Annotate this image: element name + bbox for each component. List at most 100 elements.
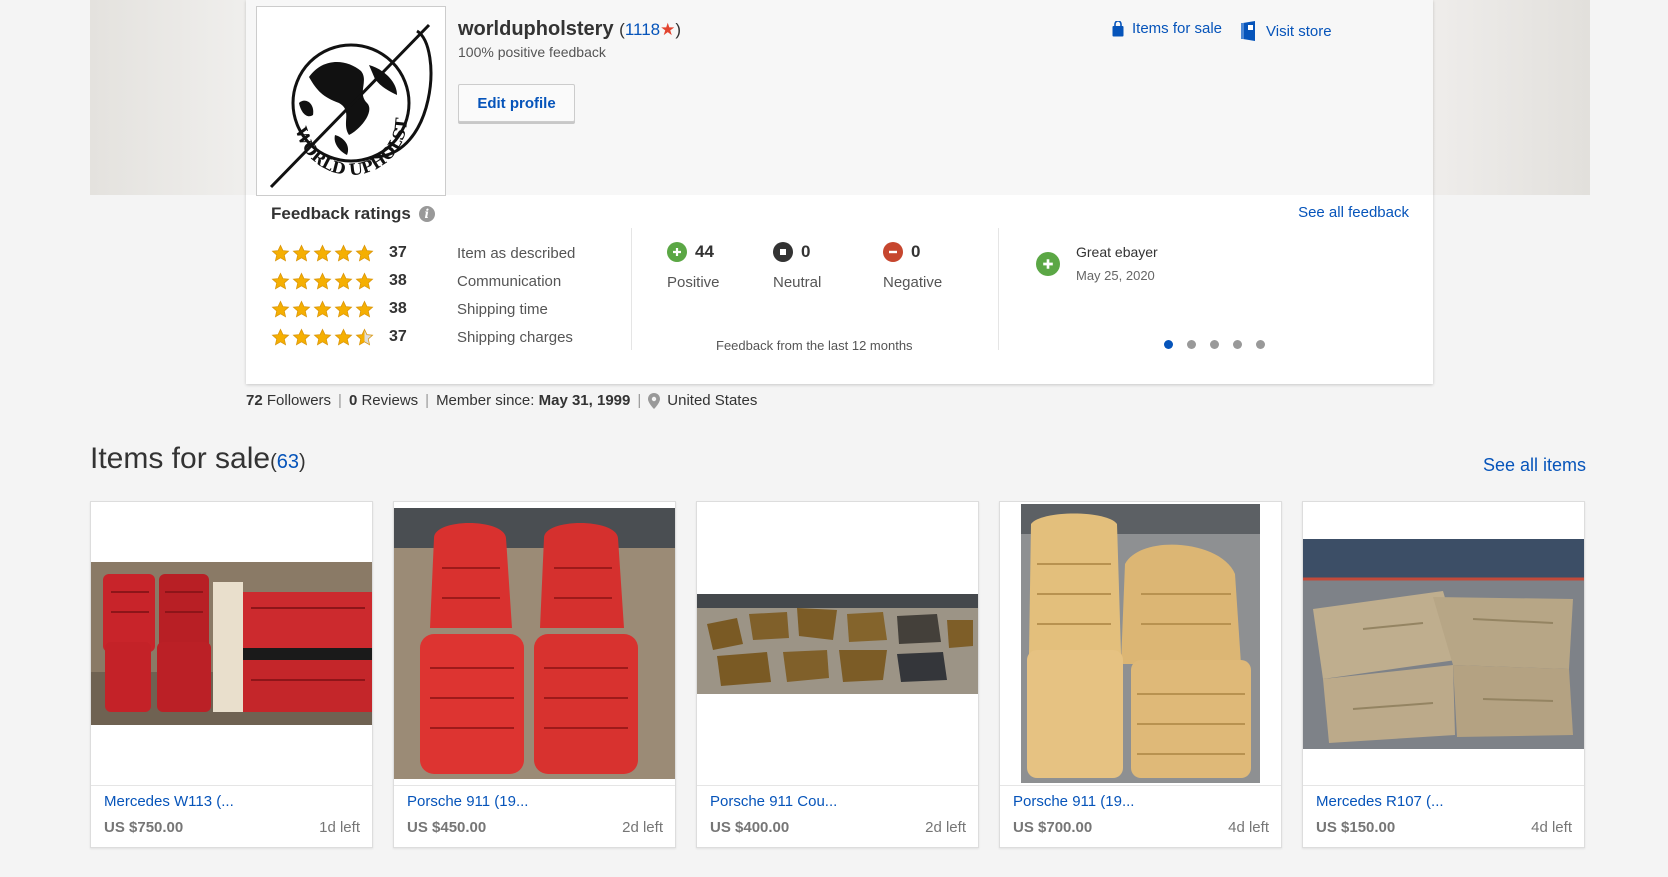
feedback-star-icon: ★ xyxy=(660,20,676,39)
rating-count: 37 xyxy=(389,328,407,345)
rating-stars xyxy=(271,300,389,319)
star-icon xyxy=(355,328,374,345)
item-image[interactable] xyxy=(1303,502,1584,785)
carousel-dot[interactable] xyxy=(1256,340,1265,349)
item-image[interactable] xyxy=(697,502,978,785)
divider xyxy=(998,228,999,350)
item-price: US $750.00 xyxy=(104,819,184,836)
carousel-dot[interactable] xyxy=(1210,340,1219,349)
item-title-link[interactable]: Porsche 911 (19... xyxy=(1013,793,1134,810)
item-time-left: 1d left xyxy=(319,819,360,836)
items-count-close: ) xyxy=(298,451,306,473)
reviews[interactable]: 0 Reviews xyxy=(349,392,418,409)
followers-count: 72 xyxy=(246,392,263,409)
visit-store-link[interactable]: Visit store xyxy=(1240,20,1332,42)
divider xyxy=(1000,785,1281,786)
positive-feedback-percent: 100% positive feedback xyxy=(458,44,606,60)
item-title-link[interactable]: Mercedes W113 (... xyxy=(104,793,234,810)
member-since: Member since: May 31, 1999 xyxy=(436,392,630,409)
detailed-rating-row: 38 Communication xyxy=(271,270,561,292)
star-icon xyxy=(313,300,332,317)
item-image[interactable] xyxy=(91,502,372,785)
item-tile[interactable]: Porsche 911 (19... US $450.00 2d left xyxy=(393,501,676,848)
separator: | xyxy=(338,392,342,409)
location: United States xyxy=(667,392,758,409)
rating-count: 38 xyxy=(389,272,407,289)
items-for-sale-title: Items for sale xyxy=(90,442,271,475)
comment-text: Great ebayer xyxy=(1076,244,1158,260)
member-since-date: May 31, 1999 xyxy=(538,392,631,409)
rating-stars xyxy=(271,272,389,291)
star-icon xyxy=(334,244,353,261)
item-tile[interactable]: Porsche 911 (19... US $700.00 4d left xyxy=(999,501,1282,848)
see-all-feedback-link[interactable]: See all feedback xyxy=(1298,204,1409,221)
feedback-period-caption: Feedback from the last 12 months xyxy=(716,338,913,353)
item-tile[interactable]: Mercedes R107 (... US $150.00 4d left xyxy=(1302,501,1585,848)
item-image[interactable] xyxy=(394,502,675,785)
seller-name[interactable]: worldupholstery xyxy=(458,18,614,40)
rating-count: 38 xyxy=(389,300,407,317)
followers[interactable]: 72 Followers xyxy=(246,392,331,409)
feedback-carousel-dots xyxy=(1164,340,1265,349)
star-icon xyxy=(355,244,374,261)
star-icon xyxy=(292,244,311,261)
member-since-label: Member since: xyxy=(436,392,535,409)
star-icon xyxy=(271,328,290,345)
item-time-left: 2d left xyxy=(622,819,663,836)
negative-count[interactable]: 0 Negative xyxy=(883,242,942,291)
visit-store-link-label: Visit store xyxy=(1266,22,1332,40)
feedback-ratings-heading: Feedback ratings i xyxy=(271,204,435,224)
negative-label: Negative xyxy=(883,274,943,291)
neutral-count[interactable]: 0 Neutral xyxy=(773,242,821,291)
star-icon xyxy=(271,272,290,289)
positive-count[interactable]: 44 Positive xyxy=(667,242,720,291)
star-icon xyxy=(313,328,332,345)
reviews-label: Reviews xyxy=(361,392,419,409)
carousel-dot[interactable] xyxy=(1164,340,1173,349)
items-for-sale-heading: Items for sale(63) xyxy=(90,442,306,476)
positive-label: Positive xyxy=(667,274,720,291)
rating-label: Communication xyxy=(457,272,562,290)
carousel-dot[interactable] xyxy=(1187,340,1196,349)
item-image[interactable] xyxy=(1000,502,1281,785)
item-price: US $450.00 xyxy=(407,819,487,836)
items-for-sale-link[interactable]: Items for sale xyxy=(1112,20,1222,37)
star-icon xyxy=(334,272,353,289)
item-title-link[interactable]: Porsche 911 Cou... xyxy=(710,793,837,810)
rating-stars xyxy=(271,244,389,263)
member-info-line: 72 Followers | 0 Reviews | Member since:… xyxy=(246,392,757,409)
reviews-count: 0 xyxy=(348,392,358,409)
location-pin-icon xyxy=(648,392,661,409)
star-icon xyxy=(292,300,311,317)
shopping-bag-icon xyxy=(1112,20,1124,36)
carousel-dot[interactable] xyxy=(1233,340,1242,349)
item-tile[interactable]: Porsche 911 Cou... US $400.00 2d left xyxy=(696,501,979,848)
feedback-ratings-title: Feedback ratings xyxy=(271,204,411,223)
detailed-rating-row: 37 Shipping charges xyxy=(271,326,573,348)
store-door-icon xyxy=(1241,21,1255,41)
neutral-label: Neutral xyxy=(773,274,822,291)
see-all-items-link[interactable]: See all items xyxy=(1483,455,1586,476)
star-icon xyxy=(313,244,332,261)
divider xyxy=(1303,785,1584,786)
separator: | xyxy=(637,392,642,409)
star-icon xyxy=(355,300,374,317)
items-count-number: 63 xyxy=(276,451,299,473)
item-price: US $400.00 xyxy=(710,819,790,836)
edit-profile-button[interactable]: Edit profile xyxy=(458,84,575,122)
info-icon[interactable]: i xyxy=(418,206,435,222)
rating-label: Item as described xyxy=(457,244,576,262)
item-tile[interactable]: Mercedes W113 (... US $750.00 1d left xyxy=(90,501,373,848)
items-count[interactable]: (63) xyxy=(270,451,306,473)
item-title-link[interactable]: Mercedes R107 (... xyxy=(1316,793,1444,810)
negative-count-value: 0 xyxy=(911,242,921,261)
item-title-link[interactable]: Porsche 911 (19... xyxy=(407,793,528,810)
neutral-circle-icon xyxy=(773,242,793,262)
feedback-score[interactable]: (1118★) xyxy=(619,20,681,39)
seller-logo[interactable]: WORLD UPHOLSTERY & TRIM xyxy=(248,0,446,196)
seller-name-line: worldupholstery (1118★) xyxy=(458,18,681,41)
item-price: US $150.00 xyxy=(1316,819,1396,836)
rating-label: Shipping charges xyxy=(457,328,573,346)
feedback-score-number: 1118 xyxy=(624,20,661,39)
plus-circle-icon xyxy=(667,242,687,262)
